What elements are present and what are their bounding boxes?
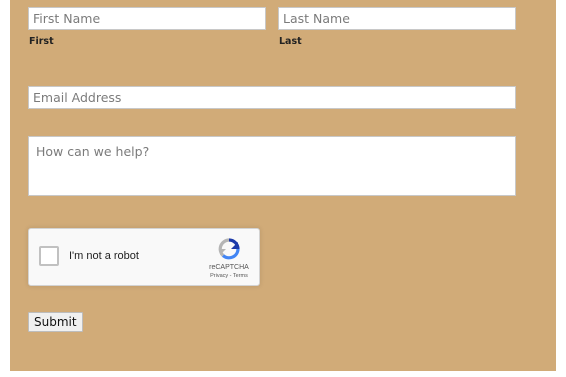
last-name-sublabel: Last xyxy=(279,36,302,47)
first-name-input[interactable]: First Name xyxy=(28,7,266,30)
recaptcha-privacy-terms-links[interactable]: Privacy - Terms xyxy=(201,273,257,279)
message-textarea[interactable]: How can we help? xyxy=(28,136,516,196)
recaptcha-widget: I'm not a robot reCAPTCHA Privacy - Term… xyxy=(28,228,260,286)
last-name-input[interactable]: Last Name xyxy=(278,7,516,30)
recaptcha-checkbox-label: I'm not a robot xyxy=(69,250,139,262)
contact-form-panel: First Name First Last Name Last Email Ad… xyxy=(10,0,556,371)
recaptcha-logo-icon xyxy=(218,238,240,260)
first-name-sublabel: First xyxy=(29,36,54,47)
submit-button[interactable]: Submit xyxy=(28,312,83,332)
email-field[interactable]: Email Address xyxy=(28,86,516,109)
recaptcha-checkbox[interactable] xyxy=(39,246,59,266)
recaptcha-brand: reCAPTCHA xyxy=(209,264,249,271)
